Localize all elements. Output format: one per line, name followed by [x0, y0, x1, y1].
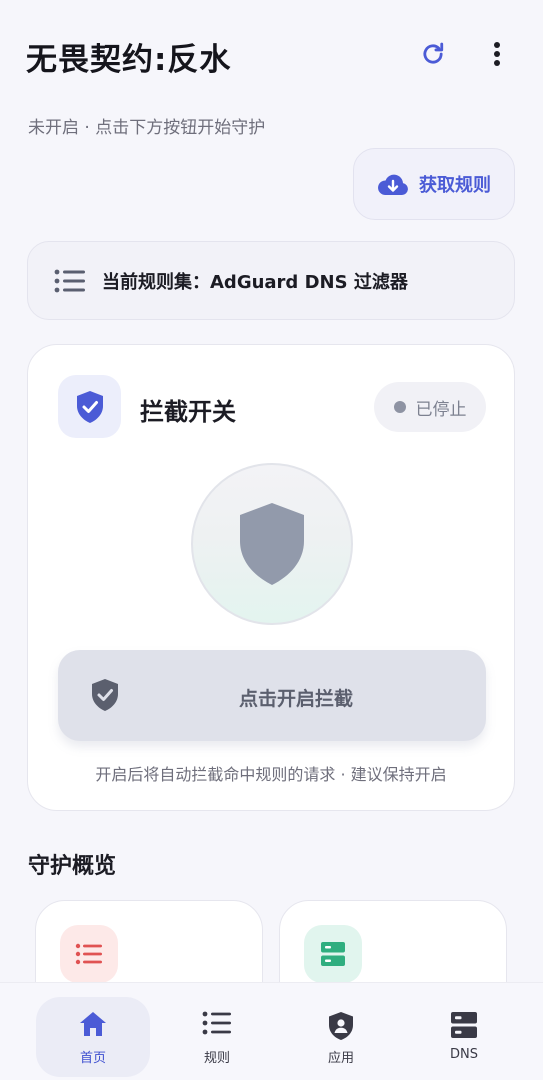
nav-item-dns[interactable]: DNS [407, 997, 521, 1077]
shield-user-icon [329, 1012, 353, 1040]
list-icon [54, 269, 85, 292]
nav-label-dns: DNS [450, 1047, 478, 1062]
status-dot [393, 401, 406, 413]
status-label: 已停止 [415, 399, 467, 420]
enable-blocking-button[interactable]: 点击开启拦截 [58, 650, 486, 741]
bottom-navigation: 首页 规则 应用 DNS [0, 982, 543, 1080]
app-header: 无畏契约:反水 [0, 0, 543, 100]
fetch-rules-button[interactable]: 获取规则 [353, 148, 515, 220]
overview-dns-badge [304, 925, 362, 983]
nav-item-apps[interactable]: 应用 [284, 997, 398, 1077]
nav-label-rules: 规则 [203, 1051, 230, 1066]
shield-badge [58, 375, 121, 438]
overview-title: 守护概览 [28, 854, 117, 879]
overview-rules-badge [60, 925, 118, 983]
more-button[interactable] [477, 34, 517, 74]
cloud-download-icon [378, 174, 408, 195]
shield-icon [240, 503, 304, 585]
home-icon [80, 1012, 106, 1036]
shield-check-icon [76, 390, 103, 423]
current-ruleset-card[interactable]: 当前规则集：AdGuard DNS 过滤器 [27, 241, 515, 320]
nav-item-rules[interactable]: 规则 [160, 997, 274, 1077]
list-icon [202, 1011, 231, 1035]
nav-label-apps: 应用 [327, 1051, 354, 1066]
current-ruleset-label: 当前规则集：AdGuard DNS 过滤器 [102, 271, 408, 293]
server-icon [451, 1012, 477, 1038]
switch-title: 拦截开关 [140, 398, 236, 426]
app-title: 无畏契约:反水 [26, 42, 232, 78]
status-subtitle: 未开启 · 点击下方按钮开始守护 [28, 118, 266, 138]
refresh-button[interactable] [413, 34, 453, 74]
refresh-icon [423, 42, 444, 64]
enable-blocking-label: 点击开启拦截 [238, 688, 353, 710]
protection-status-circle[interactable] [191, 463, 353, 625]
block-switch-card: 拦截开关 已停止 点击开启拦截 开启后将自动拦截命中规则的请求 · 建议保持开启 [27, 344, 515, 811]
more-vertical-icon [494, 42, 500, 66]
server-icon [321, 942, 345, 966]
nav-item-home[interactable]: 首页 [36, 997, 150, 1077]
switch-hint: 开启后将自动拦截命中规则的请求 · 建议保持开启 [95, 765, 447, 784]
nav-label-home: 首页 [79, 1051, 106, 1066]
status-badge: 已停止 [374, 382, 486, 432]
list-icon [75, 943, 102, 965]
fetch-rules-label: 获取规则 [419, 175, 491, 196]
